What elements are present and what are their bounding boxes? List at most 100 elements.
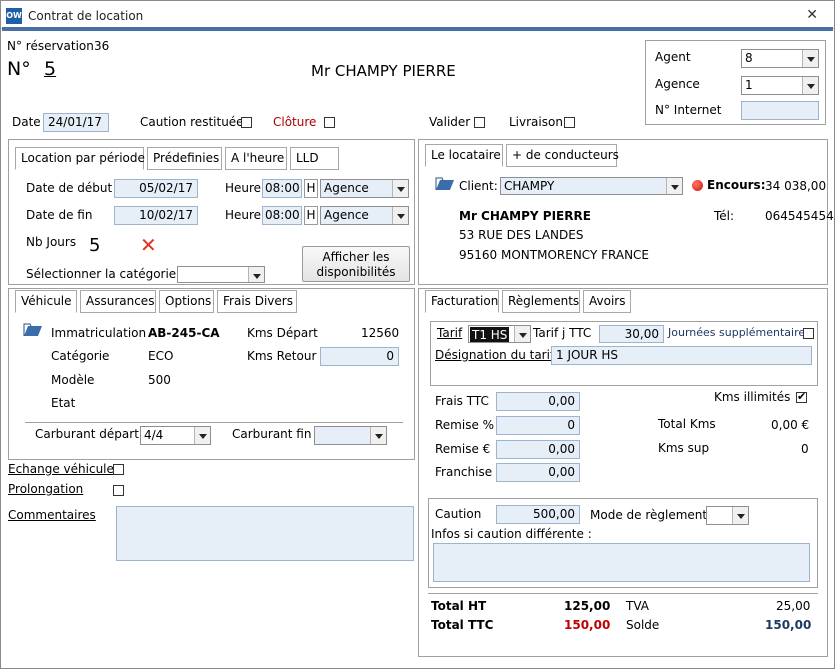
client-header-name: Mr CHAMPY PIERRE	[311, 62, 456, 80]
frais-label: Frais TTC	[435, 394, 489, 408]
tarif-link[interactable]: Tarif	[437, 326, 462, 340]
km-depart-value: 12560	[361, 326, 400, 340]
agent-select[interactable]: 8	[741, 49, 819, 68]
caution-restituee-checkbox[interactable]	[241, 117, 252, 128]
title-bar: OW Contrat de location ✕	[1, 1, 834, 29]
client-label: Client:	[459, 179, 498, 193]
kms-sup-label: Kms sup	[658, 441, 710, 455]
end-date-label: Date de fin	[26, 208, 93, 222]
tab-plus-conducteurs[interactable]: + de conducteurs	[506, 144, 619, 167]
start-place-select[interactable]: Agence	[320, 179, 409, 198]
afficher-disponibilites-button[interactable]: Afficher les disponibilités	[302, 246, 410, 282]
divider	[25, 422, 403, 423]
tarif-ttc-label: Tarif j TTC	[533, 326, 592, 340]
tab-facturation[interactable]: Facturation	[425, 290, 499, 313]
start-hour-label: Heure	[225, 181, 262, 195]
folder-icon[interactable]	[23, 323, 43, 340]
solde-value: 150,00	[765, 618, 812, 632]
clear-icon[interactable]: ✕	[140, 233, 157, 257]
prolongation-checkbox[interactable]	[113, 485, 124, 496]
start-date-label: Date de début	[26, 181, 113, 195]
end-place-select[interactable]: Agence	[320, 206, 409, 225]
echange-vehicule-link[interactable]: Echange véhicule	[8, 462, 114, 476]
tab-le-locataire[interactable]: Le locataire	[425, 144, 503, 167]
start-date-input[interactable]: 05/02/17	[114, 179, 198, 198]
tab-a-l-heure[interactable]: A l'heure	[225, 147, 287, 170]
tarif-ttc-input[interactable]: 30,00	[599, 325, 664, 343]
tab-avoirs[interactable]: Avoirs	[583, 290, 631, 313]
reservation-value: 36	[94, 39, 110, 53]
tel-value: 0645454545	[765, 209, 835, 223]
total-ht-label: Total HT	[431, 599, 487, 613]
status-dot-icon	[692, 180, 703, 191]
end-hour-h-button[interactable]: H	[304, 206, 318, 225]
window-title: Contrat de location	[28, 9, 144, 23]
fuel-end-select[interactable]	[314, 426, 387, 445]
tab-assurances[interactable]: Assurances	[80, 290, 156, 313]
tab-options[interactable]: Options	[159, 290, 214, 313]
tab-location-periode[interactable]: Location par période	[15, 147, 145, 170]
remise-pct-label: Remise %	[435, 418, 495, 432]
close-icon[interactable]: ✕	[806, 7, 818, 23]
valider-checkbox[interactable]	[474, 117, 485, 128]
total-ttc-label: Total TTC	[431, 618, 494, 632]
mode-reglement-select[interactable]	[706, 506, 749, 525]
caution-label: Caution	[435, 507, 482, 521]
client-select[interactable]: CHAMPY	[500, 177, 683, 195]
category-field-label: Catégorie	[51, 349, 110, 363]
journees-sup-checkbox[interactable]	[803, 328, 814, 339]
tarif-select[interactable]: T1 HS	[468, 325, 531, 343]
echange-vehicule-checkbox[interactable]	[113, 464, 124, 475]
date-input[interactable]: 24/01/17	[43, 113, 109, 132]
caution-input[interactable]: 500,00	[496, 505, 580, 524]
designation-link[interactable]: Désignation du tarif	[435, 348, 554, 362]
infos-caution-input[interactable]	[433, 543, 810, 582]
start-hour-h-button[interactable]: H	[304, 179, 318, 198]
title-accent-bar	[2, 27, 833, 31]
chevron-down-icon	[666, 178, 682, 194]
tab-predefinies[interactable]: Prédefinies	[147, 147, 222, 170]
franchise-input[interactable]: 0,00	[496, 463, 580, 482]
designation-input[interactable]: 1 JOUR HS	[551, 346, 812, 365]
remise-eur-input[interactable]: 0,00	[496, 440, 580, 459]
tab-lld[interactable]: LLD	[290, 147, 339, 170]
contract-window: OW Contrat de location ✕ N° réservation …	[0, 0, 835, 669]
immat-label: Immatriculation	[51, 326, 147, 340]
address-line-2: 95160 MONTMORENCY FRANCE	[459, 248, 650, 262]
tab-vehicule[interactable]: Véhicule	[15, 290, 77, 313]
category-label: Sélectionner la catégorie	[26, 267, 177, 281]
reservation-label: N° réservation	[7, 39, 94, 53]
agence-select[interactable]: 1	[741, 76, 819, 95]
immat-value: AB-245-CA	[148, 326, 220, 340]
caution-restituee-label: Caution restituée	[140, 115, 244, 129]
commentaires-input[interactable]	[116, 506, 414, 561]
cloture-label: Clôture	[273, 115, 317, 129]
total-ht-value: 125,00	[564, 599, 611, 613]
prolongation-link[interactable]: Prolongation	[8, 482, 83, 496]
kms-illimites-checkbox[interactable]	[796, 390, 807, 403]
folder-icon[interactable]	[435, 177, 455, 194]
end-date-input[interactable]: 10/02/17	[114, 206, 198, 225]
category-select[interactable]	[177, 266, 265, 283]
km-retour-input[interactable]: 0	[320, 347, 399, 366]
tel-label: Tél:	[714, 209, 735, 223]
end-hour-input[interactable]: 08:00	[262, 206, 302, 225]
category-field-value: ECO	[148, 349, 174, 363]
agent-label: Agent	[655, 50, 691, 64]
chevron-down-icon	[802, 77, 818, 94]
frais-input[interactable]: 0,00	[496, 392, 580, 411]
tab-frais-divers[interactable]: Frais Divers	[217, 290, 297, 313]
fuel-depart-select[interactable]: 4/4	[140, 426, 211, 445]
remise-pct-input[interactable]: 0	[496, 416, 580, 435]
internet-input[interactable]	[741, 101, 819, 120]
fuel-end-label: Carburant fin	[232, 427, 312, 441]
commentaires-link[interactable]: Commentaires	[8, 508, 96, 522]
tab-reglements[interactable]: Règlements	[502, 290, 580, 313]
livraison-checkbox[interactable]	[564, 117, 575, 128]
etat-label: Etat	[51, 396, 76, 410]
model-value: 500	[148, 373, 171, 387]
fuel-depart-label: Carburant départ	[35, 427, 139, 441]
start-hour-input[interactable]: 08:00	[262, 179, 302, 198]
cloture-checkbox[interactable]	[324, 117, 335, 128]
chevron-down-icon	[392, 207, 408, 224]
